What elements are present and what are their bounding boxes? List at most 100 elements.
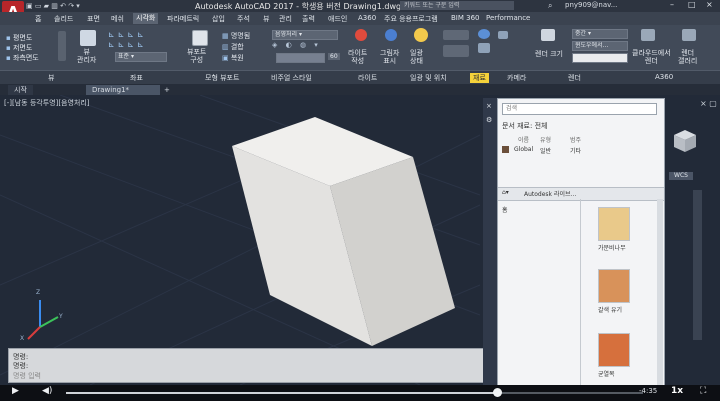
tab-visualize[interactable]: 시각화 [133,13,159,24]
light-bulb-icon[interactable] [355,29,367,41]
fullscreen-icon[interactable]: ⛶ [700,386,706,396]
render-size-button[interactable]: 렌더 크기 [535,49,563,59]
tab-bim360[interactable]: BIM 360 [451,14,480,22]
video-progress-played[interactable] [66,392,498,394]
command-input[interactable]: 명령 입력 [13,371,41,381]
video-progress-handle[interactable] [493,388,502,397]
viewport-controls-label[interactable]: [-][남동 등각투영][음영처리] [4,98,90,108]
join-viewports-button[interactable]: ▥ 결합 [222,42,244,52]
library-tree-home[interactable]: 홈 [502,205,508,214]
tab-start[interactable]: 시작 [8,85,33,95]
view-manager-button[interactable]: 뷰 관리자 [77,48,96,64]
view-manager-icon[interactable] [80,30,96,46]
group-lights[interactable]: 라이트 [358,73,377,83]
close-button[interactable]: × [706,0,713,9]
tab-mesh[interactable]: 메쉬 [111,14,124,24]
palette-close-icon[interactable]: × [486,102,492,110]
material-sphere-icon[interactable] [478,29,490,39]
tab-output[interactable]: 출력 [302,14,315,24]
cloud-render-icon[interactable] [641,29,655,41]
shadow-sphere-icon[interactable] [385,29,397,41]
search-icon[interactable]: ⌕ [548,1,552,11]
minimize-button[interactable]: – [670,0,674,9]
ucs-dropdown[interactable]: 표준 ▾ [115,52,167,62]
render-gallery-button[interactable]: 렌더 갤러리 [678,49,697,65]
view-list-scroll[interactable] [58,31,66,61]
group-a360[interactable]: A360 [655,73,673,81]
material-swatch-brown-organic[interactable] [598,269,630,303]
render-preset-dropdown[interactable]: 중간 ▾ [572,29,628,39]
render-output-dropdown[interactable]: 윈도우에서... [572,41,628,51]
render-environment-field[interactable] [572,53,628,63]
group-camera[interactable]: 카메라 [507,73,526,83]
tab-surface[interactable]: 표면 [87,14,100,24]
tab-parametric[interactable]: 파라메트릭 [167,14,199,24]
document-materials-title[interactable]: 문서 재료: 전체 [502,121,547,131]
group-sun-location[interactable]: 일광 및 위치 [410,73,447,83]
viewport-config-button[interactable]: 뷰포트 구성 [187,48,206,64]
tab-featured-apps[interactable]: 주요 응용프로그램 [384,14,438,24]
wcs-menu[interactable]: WCS [669,172,693,180]
restore-viewports-button[interactable]: ▣ 복원 [222,53,244,63]
user-account[interactable]: pny909@nav... [565,1,617,9]
video-progress-remaining[interactable] [498,392,643,394]
view-top[interactable]: ▪ 평면도 [6,33,32,43]
tab-a360[interactable]: A360 [358,14,376,22]
group-coordinates[interactable]: 좌표 [130,73,143,83]
sun-status-button[interactable]: 일광 상태 [410,49,423,65]
material-map-icon[interactable] [478,43,490,53]
playback-speed-button[interactable]: 1x [671,386,683,396]
named-viewports-button[interactable]: ▦ 명명됨 [222,31,250,41]
xray-slider[interactable] [276,53,325,63]
tab-performance[interactable]: Performance [486,14,530,22]
group-model-viewports[interactable]: 모형 뷰포트 [205,73,239,83]
group-visual-styles[interactable]: 비주얼 스타일 [271,73,312,83]
ucs-tools-row2[interactable]: ⊾⊾⊾⊾ [108,40,147,49]
tab-solid[interactable]: 솔리드 [54,14,73,24]
tab-insert[interactable]: 삽입 [212,14,225,24]
ucs-tools-row1[interactable]: ⊾⊾⊾⊾ [108,30,147,39]
view-left[interactable]: ▪ 좌측면도 [6,53,39,63]
material-search-input[interactable]: 검색 [502,103,657,115]
create-light-button[interactable]: 라이트 작성 [348,49,367,65]
visual-style-tools[interactable]: ◈ ◐ ◍ ▾ [272,41,321,49]
camera-icon[interactable] [498,31,508,39]
home-icon[interactable]: ⌂▾ [502,189,509,196]
palette-side-strip[interactable]: × ⚙ [483,98,497,398]
viewport-config-icon[interactable] [192,30,208,46]
column-name-header[interactable]: 이름 [518,135,529,144]
location-tools[interactable] [443,45,469,57]
material-swatch-cracked-wood[interactable] [598,333,630,367]
tab-view[interactable]: 뷰 [263,14,269,24]
tab-home[interactable]: 홈 [35,14,41,24]
column-type-header[interactable]: 유형 [540,135,551,144]
tab-manage[interactable]: 관리 [279,14,292,24]
cloud-render-button[interactable]: 클라우드에서 렌더 [632,49,671,65]
maximize-button[interactable]: □ [688,0,696,9]
new-tab-button[interactable]: + [158,85,176,95]
palette-properties-icon[interactable]: ⚙ [486,116,492,124]
group-render[interactable]: 렌더 [568,73,581,83]
quick-access-toolbar[interactable]: ▣ ▭ ▰ ▥ ↶ ↷ ▾ [26,2,80,10]
material-swatch-spruce[interactable] [598,207,630,241]
xray-value[interactable]: 60 [328,53,340,60]
tab-addins[interactable]: 애드인 [328,14,347,24]
render-gallery-icon[interactable] [682,29,696,41]
tab-annotate[interactable]: 주석 [237,14,250,24]
column-category-header[interactable]: 범주 [570,135,581,144]
shadow-display-button[interactable]: 그림자 표시 [380,49,399,65]
material-row-name[interactable]: Global [514,146,533,153]
viewport-close-icon[interactable]: × ▢ [700,99,717,108]
tab-drawing1[interactable]: Drawing1* [86,85,160,95]
group-materials[interactable]: 재료 [470,73,489,83]
view-bottom[interactable]: ▪ 저면도 [6,43,32,53]
render-teapot-icon[interactable] [541,29,555,41]
volume-icon[interactable]: ◀) [42,386,52,396]
navigation-bar[interactable] [693,190,702,340]
visual-style-dropdown[interactable]: 음영처리 ▾ [272,30,338,40]
library-breadcrumb[interactable]: Autodesk 라이브... [524,189,576,198]
group-view[interactable]: 뷰 [48,73,54,83]
viewcube[interactable] [672,128,698,154]
play-icon[interactable]: ▶ [12,386,19,396]
sun-icon[interactable] [414,28,428,42]
